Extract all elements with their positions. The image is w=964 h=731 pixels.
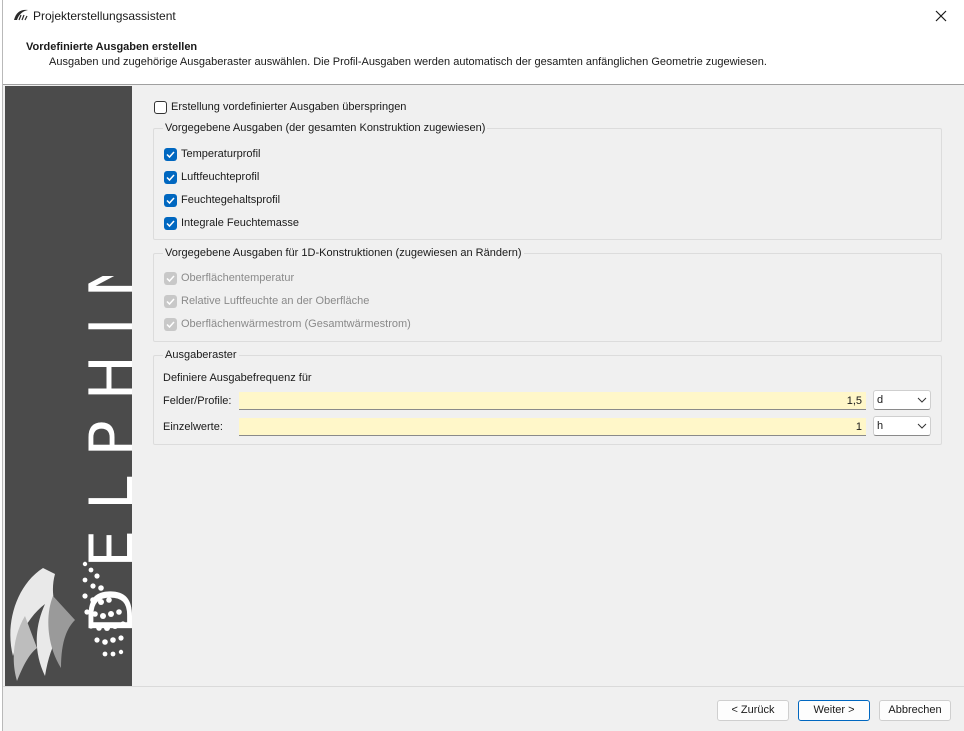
checkmark-icon: [166, 298, 175, 306]
back-button[interactable]: < Zurück: [717, 700, 789, 721]
close-button[interactable]: [918, 0, 964, 32]
fields-profiles-frequency-input[interactable]: 1,5: [239, 392, 866, 410]
single-values-unit-select[interactable]: h: [873, 416, 931, 436]
chevron-down-icon: [917, 423, 927, 429]
temperature-profile-checkbox[interactable]: [164, 148, 177, 161]
wizard-dialog: Projekterstellungsassistent Vordefiniert…: [2, 0, 964, 731]
chevron-down-icon: [917, 397, 927, 403]
checkmark-icon: [166, 151, 175, 159]
page-header: Vordefinierte Ausgaben erstellen Ausgabe…: [3, 32, 964, 85]
single-values-label: Einzelwerte:: [163, 421, 223, 433]
surface-heat-flux-label: Oberflächenwärmestrom (Gesamtwärmestrom): [181, 318, 411, 330]
temperature-profile-label: Temperaturprofil: [181, 148, 261, 160]
checkmark-icon: [166, 321, 175, 329]
output-frequency-description: Definiere Ausgabefrequenz für: [163, 372, 312, 384]
humidity-profile-checkbox[interactable]: [164, 171, 177, 184]
checkmark-icon: [166, 197, 175, 205]
fields-profiles-unit-value: d: [877, 394, 884, 406]
dolphin-logo: [10, 561, 126, 681]
moisture-content-profile-checkbox[interactable]: [164, 194, 177, 207]
surface-heat-flux-checkbox: [164, 318, 177, 331]
integral-moisture-mass-label: Integrale Feuchtemasse: [181, 217, 300, 229]
fields-profiles-label: Felder/Profile:: [163, 395, 232, 407]
title-bar: Projekterstellungsassistent: [3, 0, 964, 32]
outputs-1d-title: Vorgegebene Ausgaben für 1D-Konstruktion…: [163, 247, 524, 259]
next-button[interactable]: Weiter >: [798, 700, 870, 721]
checkmark-icon: [166, 220, 175, 228]
close-icon: [935, 10, 947, 22]
single-values-unit-value: h: [877, 420, 884, 432]
surface-humidity-label: Relative Luftfeuchte an der Oberfläche: [181, 295, 370, 307]
single-values-frequency-input[interactable]: 1: [239, 418, 866, 436]
output-grid-title: Ausgaberaster: [163, 349, 239, 361]
page-subtitle: Ausgaben und zugehörige Ausgaberaster au…: [49, 56, 767, 68]
footer-divider: [3, 686, 964, 687]
cancel-button[interactable]: Abbrechen: [879, 700, 951, 721]
moisture-content-profile-label: Feuchtegehaltsprofil: [181, 194, 281, 206]
surface-temperature-checkbox: [164, 272, 177, 285]
fields-profiles-unit-select[interactable]: d: [873, 390, 931, 410]
window-title: Projekterstellungsassistent: [33, 9, 176, 23]
page-title: Vordefinierte Ausgaben erstellen: [26, 41, 198, 53]
wizard-content: Erstellung vordefinierter Ausgaben übers…: [133, 86, 964, 686]
surface-temperature-label: Oberflächentemperatur: [181, 272, 295, 284]
checkmark-icon: [166, 275, 175, 283]
brand-sidebar: DELPHIN: [5, 86, 132, 686]
checkmark-icon: [166, 174, 175, 182]
surface-humidity-checkbox: [164, 295, 177, 308]
humidity-profile-label: Luftfeuchteprofil: [181, 171, 260, 183]
skip-label: Erstellung vordefinierter Ausgaben übers…: [171, 101, 407, 113]
predefined-outputs-title: Vorgegebene Ausgaben (der gesamten Konst…: [163, 122, 488, 134]
skip-checkbox[interactable]: [154, 101, 167, 114]
app-icon: [13, 8, 29, 22]
integral-moisture-mass-checkbox[interactable]: [164, 217, 177, 230]
